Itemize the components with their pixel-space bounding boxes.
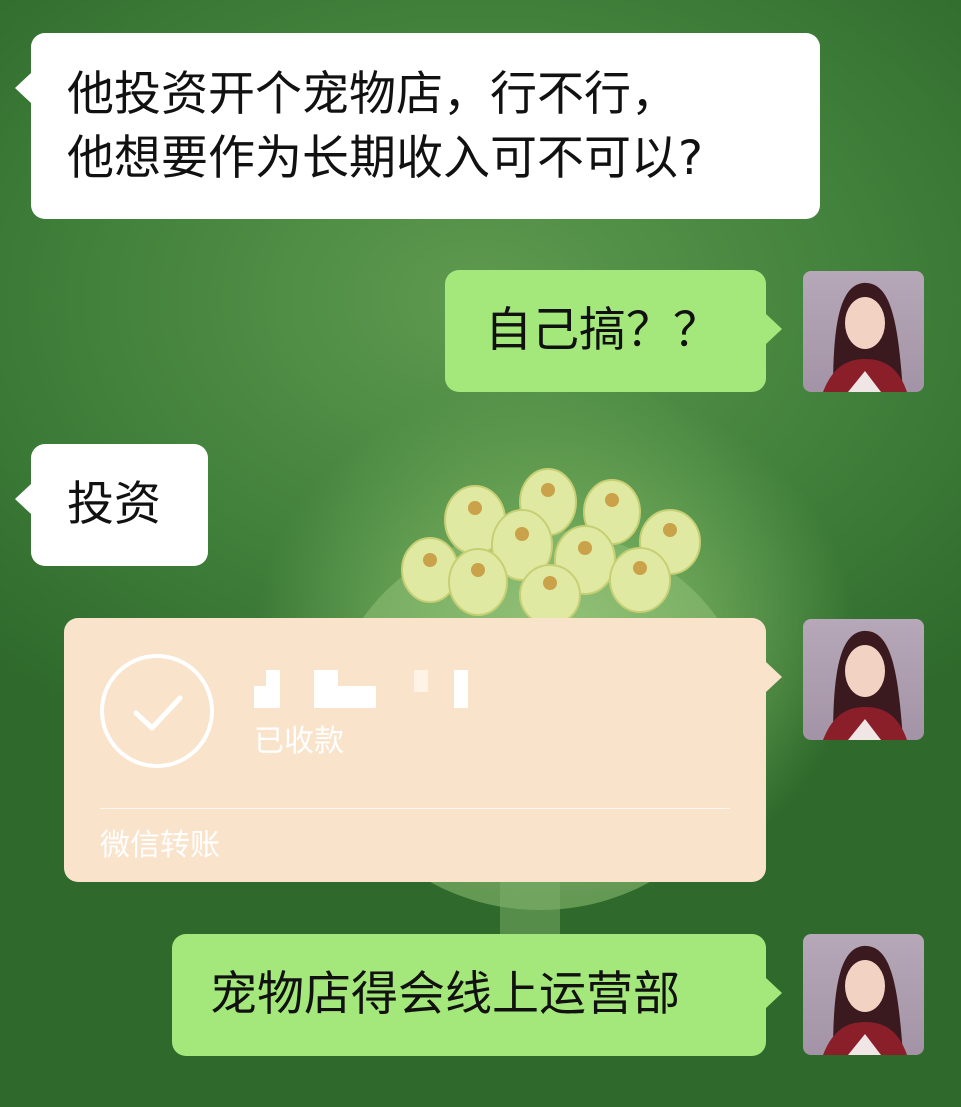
avatar[interactable] <box>803 934 924 1055</box>
wechat-transfer-card[interactable]: 已收款 微信转账 <box>64 618 782 882</box>
check-circle-icon <box>100 654 214 768</box>
message-text: 宠物店得会线上运营部 <box>210 967 680 1022</box>
message-text: 自己搞？？ <box>485 303 720 358</box>
message-bubble-incoming-1[interactable]: 他投资开个宠物店，行不行， 他想要作为长期收入可不可以? <box>15 33 820 219</box>
avatar-woman-icon <box>823 945 907 1055</box>
message-bubble-outgoing-2[interactable]: 宠物店得会线上运营部 <box>172 934 782 1056</box>
divider <box>100 808 730 809</box>
message-text-line-2: 他想要作为长期收入可不可以? <box>67 131 703 186</box>
message-text-line-1: 他投资开个宠物店，行不行， <box>67 67 678 122</box>
avatar-woman-icon <box>823 630 907 740</box>
message-text: 投资 <box>67 477 161 532</box>
avatar-woman-icon <box>823 282 907 392</box>
transfer-amount-redacted <box>254 670 468 708</box>
avatar[interactable] <box>803 619 924 740</box>
transfer-label: 微信转账 <box>100 828 220 863</box>
message-bubble-outgoing-1[interactable]: 自己搞？？ <box>445 270 782 392</box>
message-bubble-incoming-2[interactable]: 投资 <box>15 444 208 566</box>
transfer-status: 已收款 <box>254 724 344 759</box>
avatar[interactable] <box>803 271 924 392</box>
